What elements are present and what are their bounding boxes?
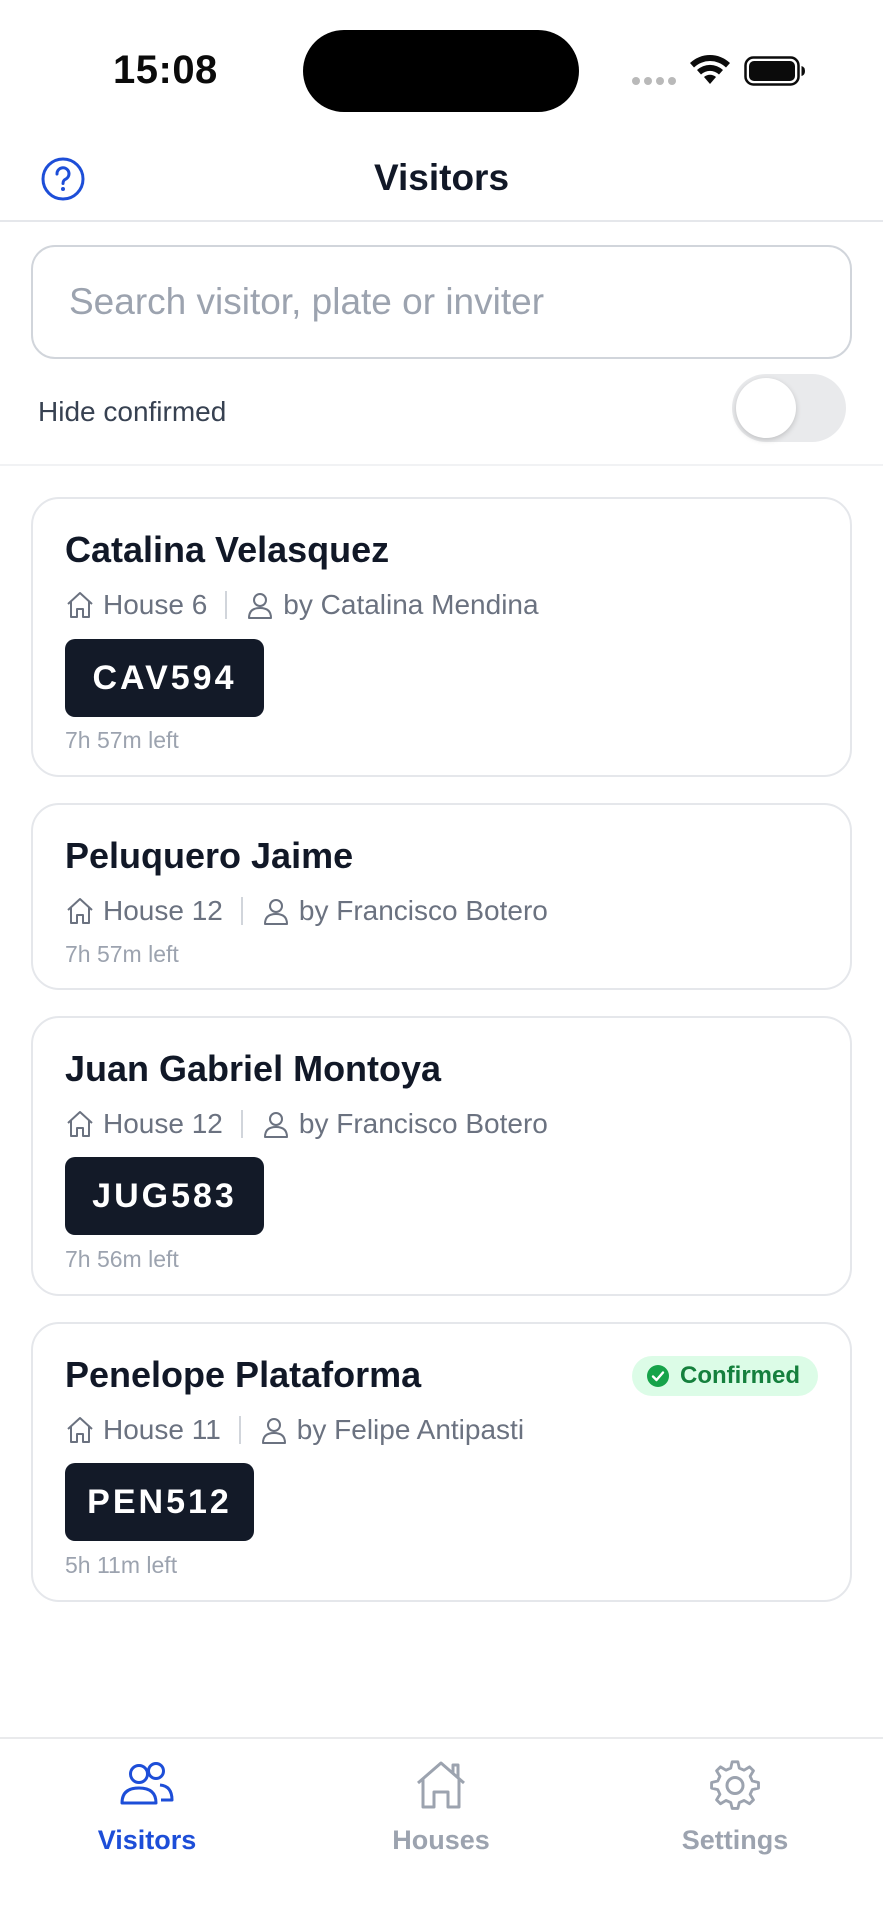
time-left: 7h 56m left [65,1246,179,1272]
visitor-meta: House 6 by Catalina Mendina [65,585,539,625]
visitor-card[interactable]: Peluquero Jaime House 12 by Francisco Bo… [31,803,852,990]
cellular-signal-icon [632,77,676,87]
visitor-inviter: by Francisco Botero [298,895,548,926]
person-icon [248,593,273,619]
visitor-name: Penelope Plataforma [65,1354,422,1395]
meta-divider [238,1416,241,1444]
plate-badge: PEN512 [65,1463,254,1541]
visitor-house: House 12 [103,895,223,926]
status-bar: 15:08 [0,0,883,130]
status-badge-label: Confirmed [680,1362,800,1389]
plate-badge: JUG583 [65,1157,264,1235]
visitor-house: House 11 [103,1414,221,1445]
nav-header: Visitors [0,130,883,222]
home-icon [67,898,93,924]
person-icon [261,1418,286,1444]
visitor-card[interactable]: Juan Gabriel Montoya House 12 by Francis… [31,1016,852,1296]
person-icon [263,899,288,925]
toggle-knob [736,378,796,438]
tab-settings[interactable]: Settings [588,1739,882,1869]
visitor-inviter: by Francisco Botero [298,1108,548,1139]
tab-visitors[interactable]: Visitors [0,1739,294,1869]
visitor-meta: House 11 by Felipe Antipasti [65,1410,524,1450]
home-icon [417,1761,465,1809]
meta-divider [225,591,228,619]
visitor-inviter: by Felipe Antipasti [296,1414,525,1445]
users-icon [120,1762,174,1805]
visitor-house: House 12 [103,1108,223,1139]
tab-bar: Visitors Houses Settings [0,1737,883,1920]
search-box[interactable] [31,245,852,359]
visitor-house: House 6 [103,589,208,620]
battery-icon [744,56,805,86]
search-input[interactable] [33,247,850,357]
tab-visitors-label: Visitors [97,1825,197,1855]
hide-confirmed-label: Hide confirmed [38,396,227,427]
wifi-icon [690,55,730,84]
check-circle-icon [647,1365,669,1387]
visitor-name: Peluquero Jaime [65,835,354,876]
time-left: 7h 57m left [65,941,179,967]
status-badge: Confirmed [632,1356,818,1396]
meta-divider [240,1110,243,1138]
page-title: Visitors [373,157,510,198]
meta-divider [240,897,243,925]
tab-houses[interactable]: Houses [294,1739,588,1869]
person-icon [263,1112,288,1138]
visitor-card[interactable]: Penelope Plataforma Confirmed House 11 b… [31,1322,852,1602]
home-icon [67,1111,93,1137]
plate-badge: CAV594 [65,639,264,717]
gear-icon [710,1760,760,1810]
home-icon [67,1417,93,1443]
time-left: 5h 11m left [65,1552,178,1578]
visitor-name: Juan Gabriel Montoya [65,1048,442,1089]
tab-settings-label: Settings [681,1825,789,1855]
dynamic-island [303,30,579,112]
time-left: 7h 57m left [65,727,179,753]
tab-houses-label: Houses [392,1825,490,1855]
visitor-name: Catalina Velasquez [65,529,390,570]
home-icon [67,592,93,618]
visitor-meta: House 12 by Francisco Botero [65,891,548,931]
visitor-inviter: by Catalina Mendina [283,589,539,620]
hide-confirmed-row: Hide confirmed [0,370,883,466]
visitor-meta: House 12 by Francisco Botero [65,1104,548,1144]
hide-confirmed-toggle[interactable] [732,374,846,442]
status-time: 15:08 [113,48,218,92]
visitor-card[interactable]: Catalina Velasquez House 6 by Catalina M… [31,497,852,777]
